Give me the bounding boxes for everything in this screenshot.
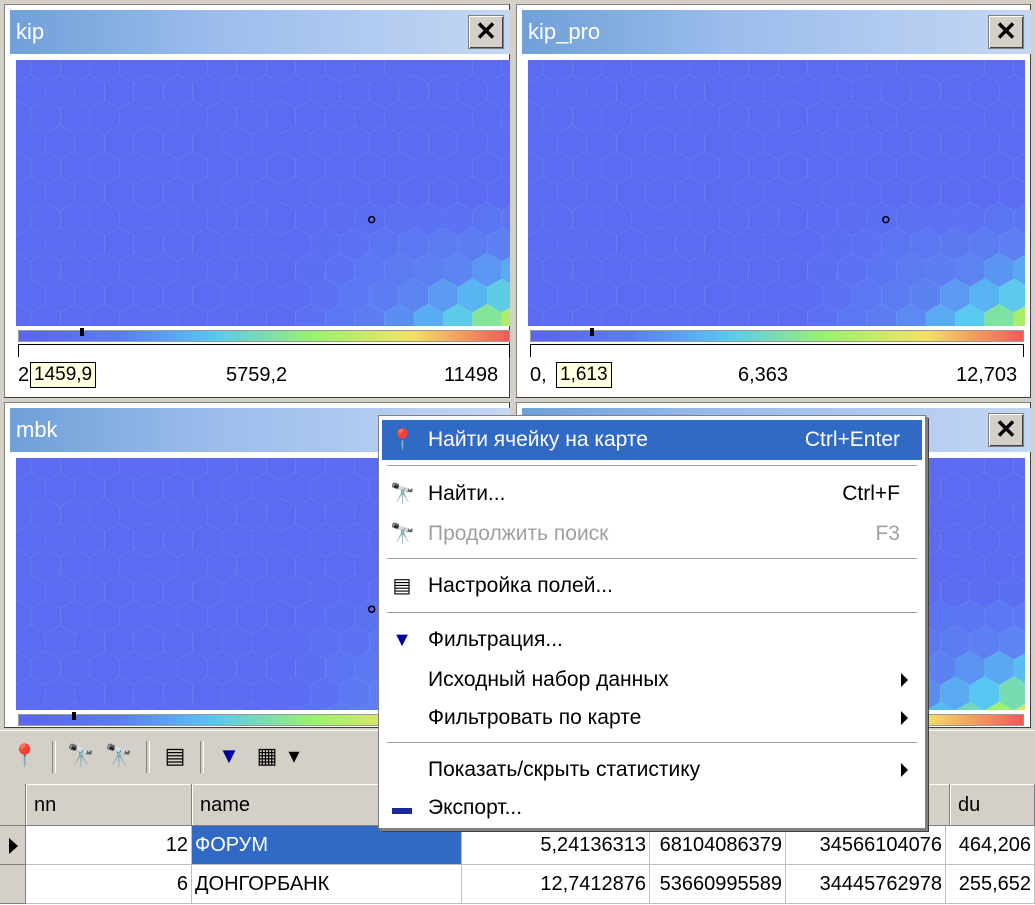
map-panel-kip: kip ✕ 2 5759,2 11498 1459,9 <box>1 4 546 398</box>
tick-min: 2 <box>18 364 30 386</box>
menu-item-find-cell-on-map[interactable]: 📍 Найти ячейку на карте Ctrl+Enter <box>382 420 922 460</box>
table-cell-name[interactable]: ФОРУМ <box>192 826 462 865</box>
value-hint: 1,613 <box>556 362 612 388</box>
panel-title-kip: kip <box>10 10 510 54</box>
column-header-du[interactable]: du <box>950 784 1035 826</box>
pin-icon: 📍 <box>390 429 415 451</box>
current-row-arrow-icon <box>9 838 18 854</box>
tick-mid: 6,363 <box>738 364 789 386</box>
menu-item-label: Исходный набор данных <box>428 668 669 691</box>
menu-separator <box>387 612 917 614</box>
find-cell-icon[interactable]: 📍 <box>8 739 42 773</box>
export-icon: ▬ <box>392 797 412 819</box>
color-scale-bar <box>530 330 1024 342</box>
table-cell-nn[interactable]: 6 <box>26 865 192 904</box>
menu-item-export[interactable]: ▬ Экспорт... <box>382 788 922 828</box>
table-cell-name[interactable]: ДОНГОРБАНК <box>192 865 462 904</box>
hex-map-svg[interactable] <box>1 49 546 364</box>
menu-item-shortcut: Ctrl+Enter <box>804 428 900 451</box>
menu-item-label: Настройка полей... <box>428 574 613 597</box>
menu-item-label: Найти ячейку на карте <box>428 428 648 451</box>
row-indicator[interactable] <box>0 826 26 865</box>
menu-item-toggle-statistics[interactable]: Показать/скрыть статистику <box>382 750 922 790</box>
table-cell-nn[interactable]: 12 <box>26 826 192 865</box>
scale-axis <box>18 344 510 357</box>
find-next-icon[interactable]: 🔭 <box>102 739 136 773</box>
table-cell[interactable]: 68104086379 <box>650 826 786 865</box>
menu-item-shortcut: Ctrl+F <box>842 482 900 505</box>
som-hex-map[interactable] <box>1 49 546 364</box>
menu-item-label: Найти... <box>428 482 506 505</box>
table-cell-du[interactable]: 255,652 <box>946 865 1035 904</box>
toolbar-separator <box>200 741 204 773</box>
menu-item-label: Экспорт... <box>428 796 523 819</box>
scale-marker <box>590 328 594 336</box>
submenu-arrow-icon <box>901 763 908 777</box>
panel-title-kip-pro: kip_pro <box>522 10 1031 54</box>
map-panel-kip-pro: kip_pro ✕ 0, 6,363 12,703 1,613 <box>513 4 1035 398</box>
tick-max: 12,703 <box>956 364 1018 386</box>
menu-item-filtering[interactable]: ▼ Фильтрация... <box>382 620 922 660</box>
menu-item-fields-settings[interactable]: ▤ Настройка полей... <box>382 566 922 606</box>
fields-settings-icon[interactable]: ▤ <box>158 739 192 773</box>
menu-item-label: Фильтровать по карте <box>428 706 642 729</box>
tick-max: 11498 <box>444 364 499 386</box>
submenu-arrow-icon <box>901 673 908 687</box>
color-scale-bar <box>18 330 510 342</box>
table-cell-du[interactable]: 464,206 <box>946 826 1035 865</box>
table-cell[interactable]: 53660995589 <box>650 865 786 904</box>
find-next-icon: 🔭 <box>390 523 415 545</box>
close-icon[interactable]: ✕ <box>468 15 504 49</box>
table-cell[interactable]: 12,7412876 <box>462 865 650 904</box>
close-icon[interactable]: ✕ <box>988 15 1024 49</box>
menu-item-find[interactable]: 🔭 Найти... Ctrl+F <box>382 474 922 514</box>
hex-map-svg[interactable] <box>513 49 1035 364</box>
column-header-nn[interactable]: nn <box>26 784 192 826</box>
chevron-down-icon[interactable]: ▾ <box>284 739 304 773</box>
grid-corner <box>0 784 26 826</box>
menu-item-filter-by-map[interactable]: Фильтровать по карте <box>382 698 922 738</box>
filter-icon[interactable]: ▼ <box>212 739 246 773</box>
table-cell[interactable]: 5,24136313 <box>462 826 650 865</box>
menu-item-source-dataset[interactable]: Исходный набор данных <box>382 660 922 700</box>
tick-min: 0, <box>530 364 547 386</box>
menu-item-label: Показать/скрыть статистику <box>428 758 701 781</box>
value-hint: 1459,9 <box>30 362 97 388</box>
menu-separator <box>387 465 917 467</box>
scale-axis <box>530 344 1024 357</box>
menu-item-label: Фильтрация... <box>428 628 563 651</box>
scale-marker <box>80 328 84 336</box>
toolbar-separator <box>146 741 150 773</box>
menu-separator <box>387 558 917 560</box>
close-icon[interactable]: ✕ <box>988 413 1024 447</box>
menu-item-label: Продолжить поиск <box>428 522 609 545</box>
fields-settings-icon: ▤ <box>392 575 412 597</box>
binoculars-icon: 🔭 <box>390 483 415 505</box>
table-cell[interactable]: 34445762978 <box>786 865 946 904</box>
menu-separator <box>387 742 917 744</box>
toolbar-separator <box>52 741 56 773</box>
table-icon[interactable]: ▦ <box>250 739 284 773</box>
scale-marker <box>72 712 76 720</box>
filter-icon: ▼ <box>392 629 412 651</box>
context-menu: 📍 Найти ячейку на карте Ctrl+Enter 🔭 Най… <box>378 415 926 829</box>
row-indicator[interactable] <box>0 865 26 904</box>
binoculars-icon[interactable]: 🔭 <box>64 739 98 773</box>
menu-item-shortcut: F3 <box>875 522 900 545</box>
som-hex-map[interactable] <box>513 49 1035 364</box>
submenu-arrow-icon <box>901 711 908 725</box>
tick-mid: 5759,2 <box>226 364 288 386</box>
table-cell[interactable]: 34566104076 <box>786 826 946 865</box>
menu-item-continue-search[interactable]: 🔭 Продолжить поиск F3 <box>382 514 922 554</box>
